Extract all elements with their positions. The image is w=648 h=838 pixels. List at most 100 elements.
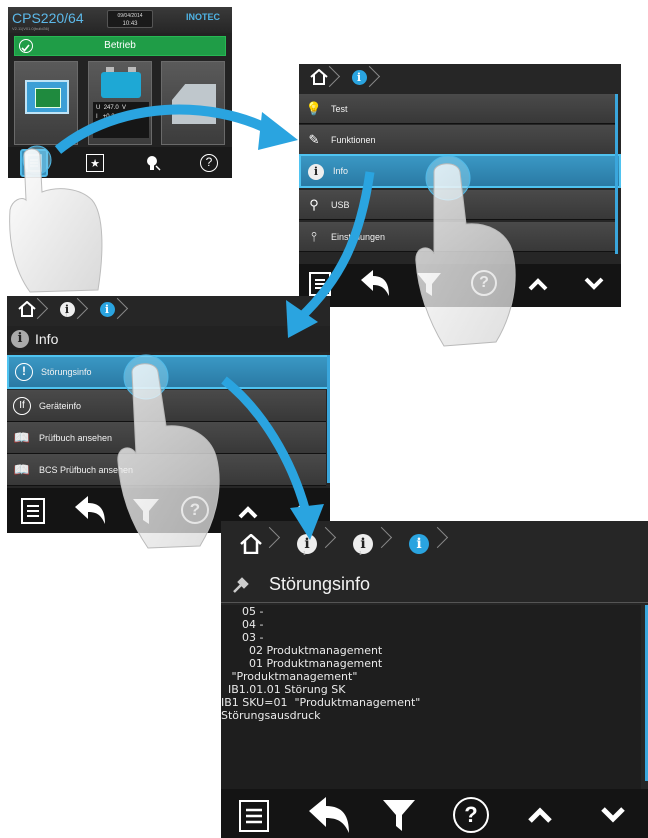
menu-icon	[26, 154, 42, 172]
home-icon	[240, 534, 262, 554]
book-icon: 📖	[13, 461, 31, 477]
help-button[interactable]: ?	[181, 496, 209, 524]
info-icon: i	[409, 534, 429, 554]
breadcrumb: i 1 i 1 i	[223, 525, 447, 563]
scroll-down-button[interactable]	[599, 805, 627, 825]
log-line: 05 -	[221, 605, 264, 618]
info-icon: i	[11, 330, 29, 348]
page-title: Störungsinfo	[221, 567, 648, 603]
lamp-button[interactable]	[144, 154, 162, 172]
menu-item-geraeteinfo[interactable]: If Geräteinfo	[7, 390, 326, 422]
help-button[interactable]: ?	[453, 797, 489, 833]
menu-item-label: Störungsinfo	[41, 367, 92, 377]
log-line: 04 -	[221, 618, 264, 631]
battery-icon	[101, 67, 141, 98]
menu-item-label: BCS Prüfbuch ansehen	[39, 464, 134, 475]
chevron-up-icon	[528, 278, 548, 291]
back-arrow-icon	[309, 797, 349, 833]
menu-item-test[interactable]: 💡 Test	[299, 94, 615, 124]
menu-item-label: Info	[333, 166, 349, 176]
breadcrumb-home[interactable]	[7, 296, 47, 322]
log-line: "Produktmanagement"	[221, 670, 358, 683]
scroll-up-button[interactable]	[527, 276, 549, 292]
brand-logo: INOTEC	[186, 12, 221, 22]
date-text: 09/04/2014	[117, 13, 143, 19]
breadcrumb-home[interactable]	[223, 525, 279, 563]
breadcrumb-info-current[interactable]: i	[391, 525, 447, 563]
log-line: Störungsausdruck	[221, 709, 321, 722]
help-button[interactable]: ?	[200, 154, 218, 172]
usb-icon: ⚲	[309, 196, 319, 212]
menu-item-label: Einstellungen	[331, 231, 386, 242]
breadcrumb-info-current[interactable]: i	[87, 296, 127, 322]
bottom-toolbar	[299, 264, 621, 307]
back-button[interactable]	[357, 268, 393, 298]
voltage-row: U 247.0 V	[96, 105, 127, 111]
fault-info-screen: i 1 i 1 i Störungsinfo 05 - 04 - 03 - 02…	[221, 521, 648, 838]
menu-button[interactable]	[239, 800, 269, 832]
menu-item-usb[interactable]: ⚲ USB	[299, 190, 615, 220]
battery-readout: U 247.0 V I +0.2 A C	[93, 102, 149, 138]
battery-tile[interactable]: U 247.0 V I +0.2 A C	[88, 61, 152, 145]
log-line: 03 -	[221, 631, 264, 644]
time-text: 10:43	[122, 21, 138, 27]
log-line: 01 Produktmanagement	[221, 657, 383, 670]
log-line: 02 Produktmanagement	[221, 644, 383, 657]
scroll-up-button[interactable]	[526, 805, 554, 825]
module-tile[interactable]	[161, 61, 225, 145]
scroll-down-button[interactable]	[583, 276, 605, 292]
filter-button[interactable]	[131, 496, 161, 526]
log-line: IB1 SKU=01 "Produktmanagement"	[221, 696, 421, 709]
breadcrumb-info[interactable]: i	[339, 64, 379, 90]
breadcrumb-home[interactable]	[299, 64, 339, 90]
log-line: IB1.01.01 Störung SK	[221, 683, 346, 696]
menu-item-bcs-pruefbuch[interactable]: 📖 BCS Prüfbuch ansehen	[7, 454, 326, 486]
breadcrumb-info-level2[interactable]: i 1	[335, 525, 391, 563]
main-menu-screen: i 💡 Test ✎ Funktionen i Info ⚲ USB ⫯ Ein…	[299, 64, 621, 307]
lamp-icon	[147, 156, 161, 171]
back-button[interactable]	[305, 795, 353, 835]
menu-item-stoerungsinfo[interactable]: ! Störungsinfo	[7, 355, 330, 389]
menu-button[interactable]	[309, 272, 331, 296]
back-button[interactable]	[71, 494, 109, 526]
chevron-down-icon	[601, 807, 625, 823]
breadcrumb: i 1 i	[7, 296, 127, 322]
menu-item-einstellungen[interactable]: ⫯ Einstellungen	[299, 222, 615, 252]
scrollbar[interactable]	[327, 355, 330, 483]
page-title-text: Störungsinfo	[269, 574, 371, 594]
date-time-box: 09/04/2014 10:43	[107, 10, 153, 28]
menu-item-label: Test	[331, 103, 348, 114]
page-title: i Info	[7, 326, 330, 352]
info-icon: i	[99, 301, 115, 317]
firmware-version: V2.11|V01.0(build36)	[12, 26, 50, 31]
current-row: I +0.2 A	[96, 114, 122, 120]
menu-icon	[315, 279, 325, 289]
breadcrumb-sub: 1	[65, 313, 68, 319]
filter-button[interactable]	[381, 797, 417, 833]
filter-button[interactable]	[415, 270, 443, 298]
info-menu-screen: i 1 i i Info ! Störungsinfo If Geräteinf…	[7, 296, 330, 533]
scroll-up-button[interactable]	[237, 504, 259, 520]
info-icon: i	[305, 163, 327, 180]
home-header: CPS220/64 V2.11|V01.0(build36) 09/04/201…	[8, 7, 232, 33]
status-bar: Betrieb	[14, 36, 226, 56]
breadcrumb-info-level1[interactable]: i 1	[279, 525, 335, 563]
scroll-down-button[interactable]	[295, 504, 317, 520]
breadcrumb-info-level1[interactable]: i 1	[47, 296, 87, 322]
warning-icon: !	[13, 363, 35, 381]
menu-item-pruefbuch[interactable]: 📖 Prüfbuch ansehen	[7, 422, 326, 454]
settings-icon: ⫯	[311, 228, 317, 244]
back-arrow-icon	[361, 270, 389, 296]
menu-item-info[interactable]: i Info	[299, 154, 621, 188]
bottom-toolbar	[221, 789, 648, 838]
emergency-light-tile[interactable]	[14, 61, 78, 145]
favorites-button[interactable]: ★	[86, 154, 104, 172]
home-icon	[18, 301, 36, 317]
module-icon	[172, 84, 216, 124]
help-button[interactable]: ?	[471, 270, 497, 296]
menu-button[interactable]	[21, 498, 45, 524]
menu-item-label: USB	[331, 199, 350, 210]
menu-item-funktionen[interactable]: ✎ Funktionen	[299, 125, 615, 155]
menu-button[interactable]	[20, 149, 48, 177]
scrollbar[interactable]	[615, 94, 618, 254]
